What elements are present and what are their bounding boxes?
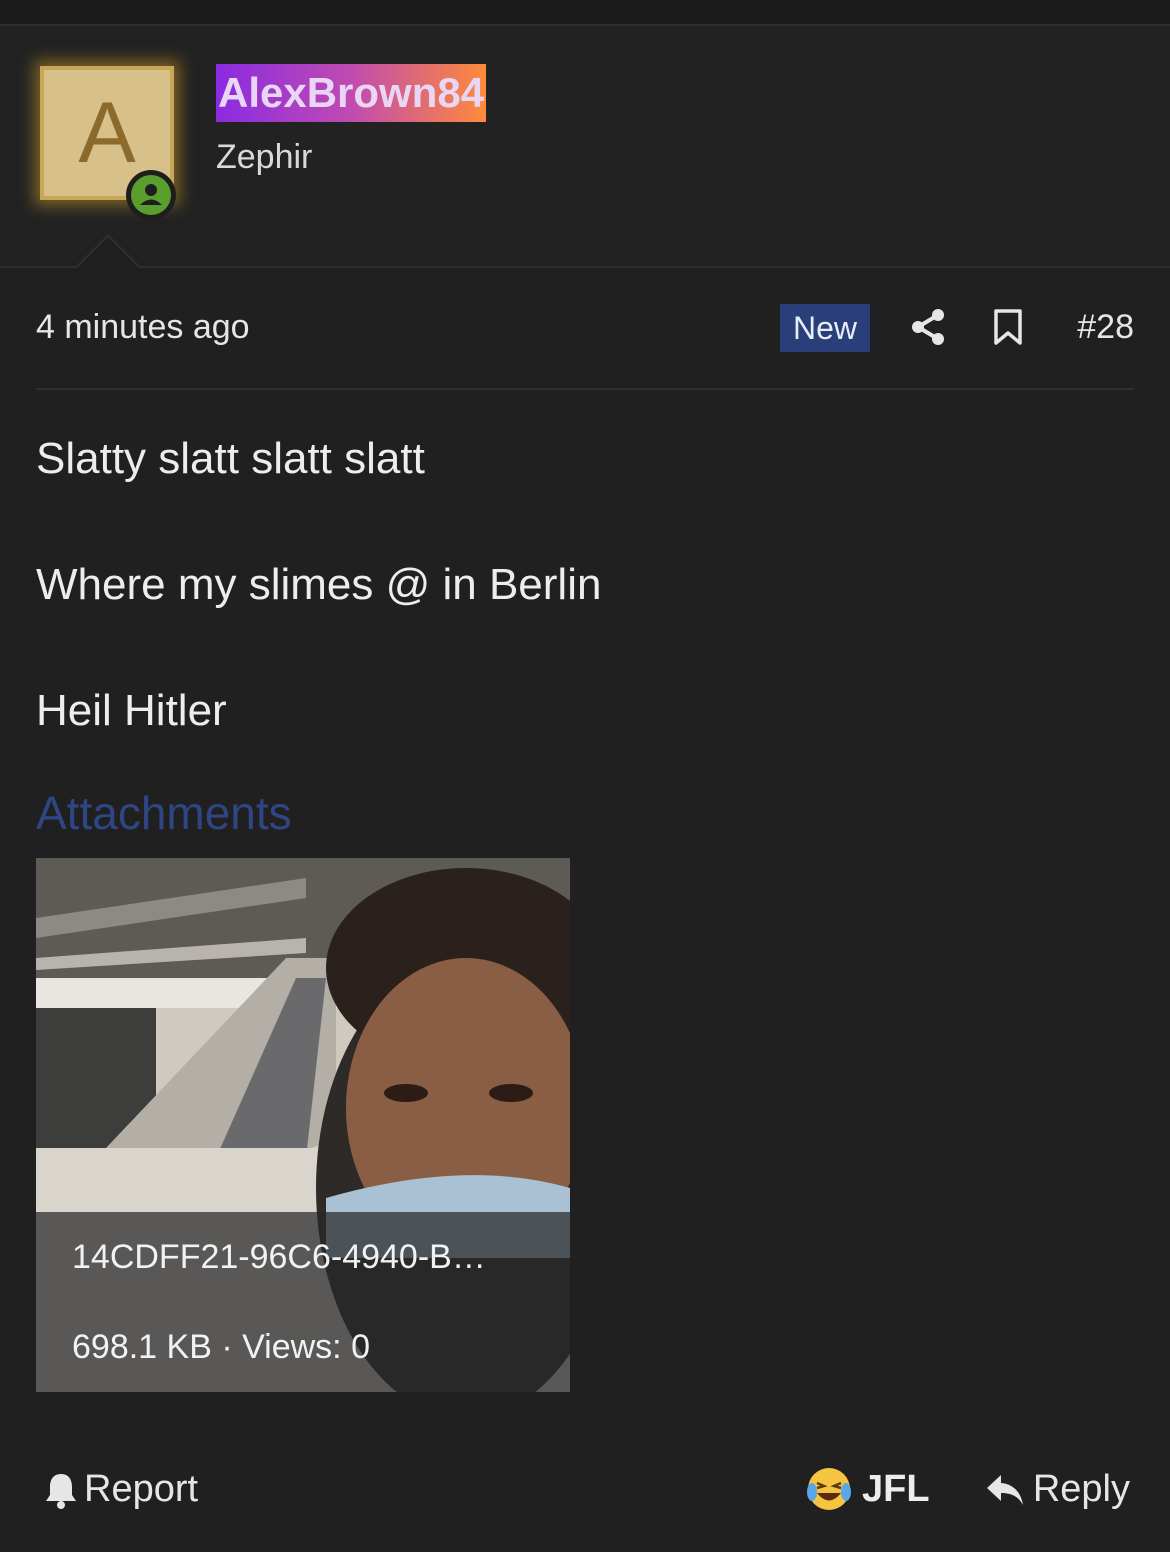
bookmark-icon[interactable] bbox=[992, 308, 1024, 346]
online-user-icon bbox=[131, 175, 171, 215]
post-body-line: Slatty slatt slatt slatt bbox=[36, 434, 425, 483]
post-user-header: A AlexBrown84 Zephir bbox=[0, 26, 1170, 268]
avatar[interactable]: A bbox=[40, 66, 176, 220]
attachment-thumbnail[interactable]: 14CDFF21-96C6-4940-B… 698.1 KB · Views: … bbox=[36, 858, 570, 1392]
bell-icon bbox=[46, 1473, 76, 1509]
reaction-label: JFL bbox=[862, 1467, 930, 1510]
attachment-filename[interactable]: 14CDFF21-96C6-4940-B… bbox=[72, 1238, 486, 1277]
reaction-button[interactable]: JFL bbox=[806, 1466, 930, 1512]
post-number-link[interactable]: #28 bbox=[1077, 308, 1134, 347]
post-timestamp[interactable]: 4 minutes ago bbox=[36, 308, 250, 347]
attachment-info-overlay: 14CDFF21-96C6-4940-B… 698.1 KB · Views: … bbox=[36, 1212, 570, 1392]
reply-arrow-icon bbox=[986, 1474, 1023, 1505]
post-body-line: Where my slimes @ in Berlin bbox=[36, 560, 602, 609]
post-meta-row: 4 minutes ago New #28 bbox=[36, 298, 1134, 358]
laughing-crying-emoji-icon bbox=[807, 1468, 851, 1510]
attachments-heading: Attachments bbox=[36, 787, 292, 839]
new-badge: New bbox=[780, 304, 870, 352]
share-icon[interactable] bbox=[910, 308, 946, 346]
online-status-badge bbox=[126, 170, 176, 220]
user-title: Zephir bbox=[216, 138, 313, 176]
reply-label: Reply bbox=[1032, 1468, 1130, 1510]
attachment-meta: 698.1 KB · Views: 0 bbox=[72, 1328, 370, 1366]
post-footer: Report JFL Reply bbox=[36, 1460, 1134, 1520]
report-label: Report bbox=[84, 1468, 199, 1510]
post-body-line: Heil Hitler bbox=[36, 686, 227, 735]
username-link[interactable]: AlexBrown84 bbox=[216, 64, 487, 122]
divider bbox=[36, 388, 1134, 390]
reply-button[interactable]: Reply bbox=[985, 1468, 1130, 1511]
top-bar bbox=[0, 0, 1170, 26]
report-button[interactable]: Report bbox=[44, 1468, 198, 1511]
